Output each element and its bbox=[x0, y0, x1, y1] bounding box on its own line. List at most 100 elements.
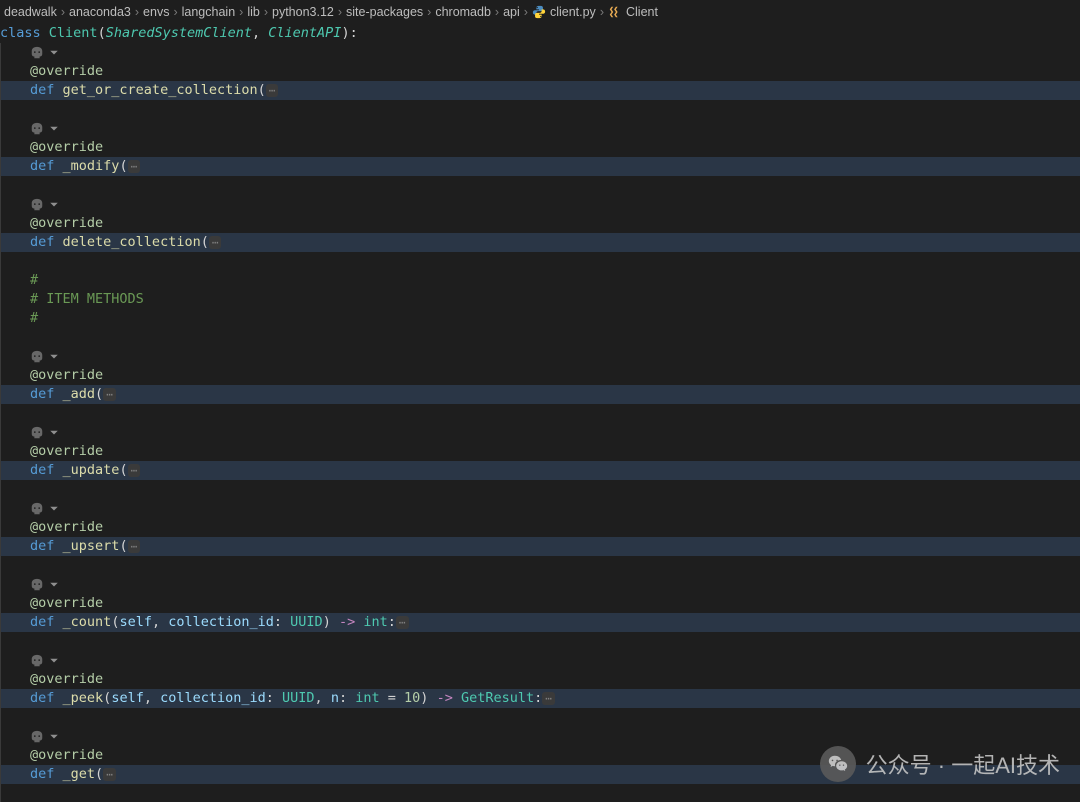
chevron-down-icon[interactable] bbox=[48, 655, 60, 667]
breadcrumb-file[interactable]: client.py bbox=[550, 5, 596, 19]
breadcrumb-item[interactable]: langchain bbox=[182, 5, 236, 19]
code-editor[interactable]: class Client(SharedSystemClient, ClientA… bbox=[0, 24, 1080, 802]
breadcrumb-item[interactable]: anaconda3 bbox=[69, 5, 131, 19]
code-line[interactable]: def delete_collection(⋯ bbox=[0, 233, 1080, 252]
code-line[interactable]: class Client(SharedSystemClient, ClientA… bbox=[0, 24, 1080, 43]
code-line[interactable] bbox=[0, 651, 1080, 670]
function-name: _upsert bbox=[63, 537, 120, 556]
breadcrumb-item[interactable]: api bbox=[503, 5, 520, 19]
code-line[interactable] bbox=[0, 176, 1080, 195]
base-class: ClientAPI bbox=[268, 24, 341, 43]
copilot-icon[interactable] bbox=[30, 426, 44, 440]
code-line[interactable] bbox=[0, 404, 1080, 423]
code-line[interactable] bbox=[0, 556, 1080, 575]
code-line[interactable]: # ITEM METHODS bbox=[0, 290, 1080, 309]
watermark-text: 公众号 · 一起AI技术 bbox=[866, 748, 1060, 780]
fold-ellipsis[interactable]: ⋯ bbox=[396, 616, 409, 629]
fold-ellipsis[interactable]: ⋯ bbox=[128, 540, 141, 553]
fold-ellipsis[interactable]: ⋯ bbox=[209, 236, 222, 249]
code-line[interactable] bbox=[0, 195, 1080, 214]
copilot-icon[interactable] bbox=[30, 578, 44, 592]
copilot-icon[interactable] bbox=[30, 654, 44, 668]
decorator: @override bbox=[30, 746, 103, 765]
copilot-icon[interactable] bbox=[30, 502, 44, 516]
param-self: self bbox=[119, 613, 152, 632]
code-line[interactable]: def _upsert(⋯ bbox=[0, 537, 1080, 556]
function-name: _add bbox=[63, 385, 96, 404]
code-line[interactable]: @override bbox=[0, 62, 1080, 81]
breadcrumb-item[interactable]: envs bbox=[143, 5, 169, 19]
decorator: @override bbox=[30, 214, 103, 233]
code-line[interactable] bbox=[0, 347, 1080, 366]
keyword-def: def bbox=[30, 385, 54, 404]
breadcrumb: deadwalk › anaconda3 › envs › langchain › li… bbox=[0, 0, 1080, 24]
fold-ellipsis[interactable]: ⋯ bbox=[128, 160, 141, 173]
code-line[interactable]: @override bbox=[0, 366, 1080, 385]
code-line[interactable]: @override bbox=[0, 670, 1080, 689]
code-line[interactable]: def _add(⋯ bbox=[0, 385, 1080, 404]
code-line[interactable]: @override bbox=[0, 442, 1080, 461]
chevron-right-icon: › bbox=[173, 5, 177, 19]
code-line[interactable]: def _count(self, collection_id: UUID) ->… bbox=[0, 613, 1080, 632]
chevron-down-icon[interactable] bbox=[48, 503, 60, 515]
code-line[interactable] bbox=[0, 575, 1080, 594]
code-line[interactable]: @override bbox=[0, 138, 1080, 157]
breadcrumb-item[interactable]: deadwalk bbox=[4, 5, 57, 19]
chevron-right-icon: › bbox=[338, 5, 342, 19]
space bbox=[41, 24, 49, 43]
code-line[interactable]: def _peek(self, collection_id: UUID, n: … bbox=[0, 689, 1080, 708]
copilot-icon[interactable] bbox=[30, 198, 44, 212]
code-line[interactable]: def _update(⋯ bbox=[0, 461, 1080, 480]
code-line[interactable]: @override bbox=[0, 594, 1080, 613]
copilot-icon[interactable] bbox=[30, 730, 44, 744]
breadcrumb-item[interactable]: chromadb bbox=[435, 5, 491, 19]
code-line[interactable] bbox=[0, 499, 1080, 518]
fold-ellipsis[interactable]: ⋯ bbox=[103, 768, 116, 781]
copilot-icon[interactable] bbox=[30, 46, 44, 60]
chevron-down-icon[interactable] bbox=[48, 351, 60, 363]
code-line[interactable] bbox=[0, 423, 1080, 442]
copilot-icon[interactable] bbox=[30, 350, 44, 364]
fold-ellipsis[interactable]: ⋯ bbox=[266, 84, 279, 97]
code-line[interactable] bbox=[0, 784, 1080, 802]
keyword-def: def bbox=[30, 233, 54, 252]
chevron-down-icon[interactable] bbox=[48, 579, 60, 591]
code-line[interactable] bbox=[0, 43, 1080, 62]
chevron-right-icon: › bbox=[600, 5, 604, 19]
code-line[interactable]: def _modify(⋯ bbox=[0, 157, 1080, 176]
code-line[interactable] bbox=[0, 480, 1080, 499]
code-line[interactable] bbox=[0, 119, 1080, 138]
chevron-down-icon[interactable] bbox=[48, 47, 60, 59]
function-name: _peek bbox=[63, 689, 104, 708]
code-line[interactable] bbox=[0, 708, 1080, 727]
code-line[interactable]: # bbox=[0, 309, 1080, 328]
decorator: @override bbox=[30, 62, 103, 81]
code-line[interactable] bbox=[0, 727, 1080, 746]
breadcrumb-item[interactable]: python3.12 bbox=[272, 5, 334, 19]
code-line[interactable]: @override bbox=[0, 214, 1080, 233]
paren: ( bbox=[258, 81, 266, 100]
code-line[interactable] bbox=[0, 100, 1080, 119]
decorator: @override bbox=[30, 518, 103, 537]
copilot-icon[interactable] bbox=[30, 122, 44, 136]
breadcrumb-item[interactable]: lib bbox=[247, 5, 260, 19]
fold-ellipsis[interactable]: ⋯ bbox=[128, 464, 141, 477]
code-line[interactable]: @override bbox=[0, 518, 1080, 537]
code-line[interactable]: # bbox=[0, 271, 1080, 290]
fold-ellipsis[interactable]: ⋯ bbox=[542, 692, 555, 705]
chevron-down-icon[interactable] bbox=[48, 731, 60, 743]
breadcrumb-symbol[interactable]: Client bbox=[626, 5, 658, 19]
code-line[interactable]: def get_or_create_collection(⋯ bbox=[0, 81, 1080, 100]
decorator: @override bbox=[30, 366, 103, 385]
type-uuid: UUID bbox=[290, 613, 323, 632]
chevron-down-icon[interactable] bbox=[48, 199, 60, 211]
code-line[interactable] bbox=[0, 328, 1080, 347]
code-line[interactable] bbox=[0, 632, 1080, 651]
code-line[interactable] bbox=[0, 252, 1080, 271]
keyword-class: class bbox=[0, 24, 41, 43]
chevron-down-icon[interactable] bbox=[48, 123, 60, 135]
breadcrumb-item[interactable]: site-packages bbox=[346, 5, 423, 19]
fold-ellipsis[interactable]: ⋯ bbox=[103, 388, 116, 401]
chevron-right-icon: › bbox=[524, 5, 528, 19]
chevron-down-icon[interactable] bbox=[48, 427, 60, 439]
